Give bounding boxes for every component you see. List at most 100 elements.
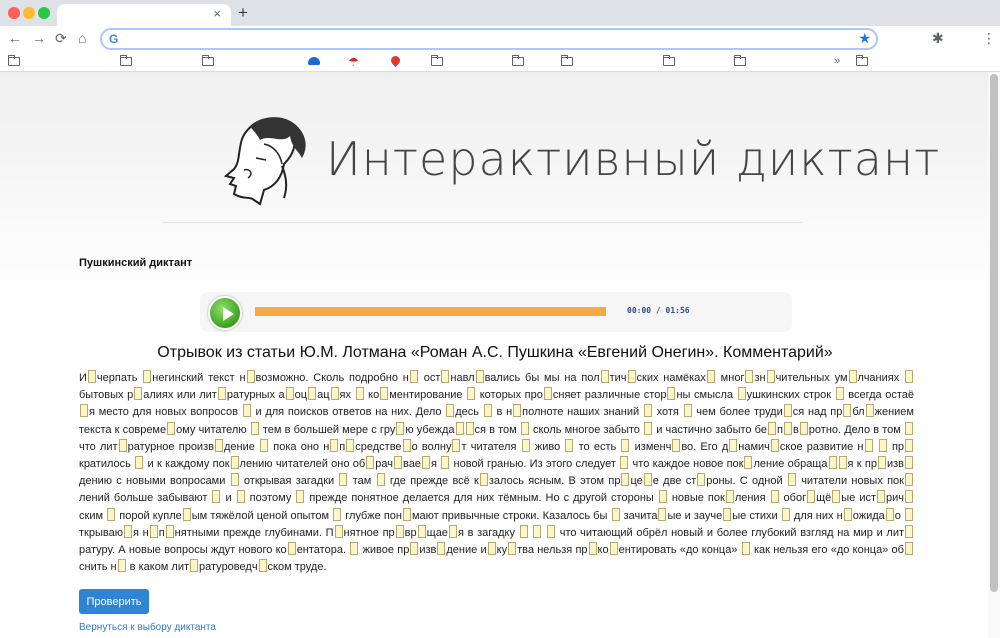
play-icon[interactable] [208,296,242,330]
letter-gap-input[interactable] [366,456,375,470]
letter-gap-input[interactable] [904,473,913,487]
active-tab[interactable]: × [57,4,231,28]
letter-gap-input[interactable] [904,421,913,435]
scrollbar-thumb[interactable] [990,74,998,592]
letter-gap-input[interactable] [333,507,342,521]
letter-gap-input[interactable] [236,490,245,504]
letter-gap-input[interactable] [117,559,126,573]
menu-icon[interactable]: ⋮ [982,30,996,47]
letter-gap-input[interactable] [437,542,446,556]
letter-gap-input[interactable] [230,456,239,470]
folder-icon[interactable] [663,55,675,66]
bookmarks-overflow-icon[interactable]: » [834,55,840,67]
audio-progress-bar[interactable] [255,307,606,316]
letter-gap-input[interactable] [118,438,127,452]
letter-gap-input[interactable] [843,507,852,521]
letter-gap-input[interactable] [475,370,484,383]
letter-gap-input[interactable] [744,456,753,470]
letter-gap-input[interactable] [190,559,199,573]
letter-gap-input[interactable] [334,524,343,538]
folder-icon[interactable] [120,55,132,66]
letter-gap-input[interactable] [644,421,653,435]
letter-gap-input[interactable] [513,404,522,418]
letter-gap-input[interactable] [521,438,530,452]
letter-gap-input[interactable] [885,507,894,521]
letter-gap-input[interactable] [706,370,715,383]
letter-gap-input[interactable] [452,438,461,452]
letter-gap-input[interactable] [346,438,355,452]
letter-gap-input[interactable] [446,404,455,418]
letter-gap-input[interactable] [729,438,738,452]
letter-gap-input[interactable] [770,438,779,452]
letter-gap-input[interactable] [843,404,852,418]
letter-gap-input[interactable] [878,438,887,452]
letter-gap-input[interactable] [417,524,426,538]
letter-gap-input[interactable] [621,473,630,487]
letter-gap-input[interactable] [838,456,847,470]
letter-gap-input[interactable] [832,490,841,504]
letter-gap-input[interactable] [258,559,267,573]
letter-gap-input[interactable] [905,438,914,452]
letter-gap-input[interactable] [355,387,364,401]
letter-gap-input[interactable] [149,524,158,538]
bookmark-favicon-icon[interactable] [308,57,320,65]
letter-gap-input[interactable] [330,387,339,401]
letter-gap-input[interactable] [621,438,630,452]
folder-icon[interactable] [734,55,746,66]
letter-gap-input[interactable] [246,370,255,383]
letter-gap-input[interactable] [260,438,269,452]
letter-gap-input[interactable] [380,387,389,401]
map-pin-icon[interactable] [389,54,402,67]
letter-gap-input[interactable] [565,438,574,452]
letter-gap-input[interactable] [865,404,874,418]
letter-gap-input[interactable] [508,542,517,556]
letter-gap-input[interactable] [339,473,348,487]
letter-gap-input[interactable] [904,542,913,556]
letter-gap-input[interactable] [350,542,359,556]
letter-gap-input[interactable] [745,370,754,383]
letter-gap-input[interactable] [376,473,385,487]
letter-gap-input[interactable] [285,387,294,401]
letter-gap-input[interactable] [672,438,681,452]
letter-gap-input[interactable] [737,387,746,401]
close-icon[interactable]: × [213,6,221,21]
letter-gap-input[interactable] [455,421,464,435]
letter-gap-input[interactable] [643,404,652,418]
letter-gap-input[interactable] [588,542,597,556]
zoom-window-dot[interactable] [38,7,50,19]
letter-gap-input[interactable] [600,370,609,383]
letter-gap-input[interactable] [766,370,775,383]
letter-gap-input[interactable] [723,507,732,521]
letter-gap-input[interactable] [409,370,418,383]
letter-gap-input[interactable] [783,421,792,435]
vertical-scrollbar[interactable] [988,72,1000,638]
letter-gap-input[interactable] [143,370,152,383]
letter-gap-input[interactable] [683,404,692,418]
letter-gap-input[interactable] [787,473,796,487]
letter-gap-input[interactable] [80,404,88,418]
letter-gap-input[interactable] [877,490,886,504]
folder-icon[interactable] [202,55,214,66]
letter-gap-input[interactable] [165,524,174,538]
letter-gap-input[interactable] [519,524,528,538]
letter-gap-input[interactable] [402,507,411,521]
letter-gap-input[interactable] [393,456,402,470]
letter-gap-input[interactable] [308,387,317,401]
letter-gap-input[interactable] [620,456,629,470]
home-icon[interactable]: ⌂ [78,30,86,46]
letter-gap-input[interactable] [467,387,476,401]
letter-gap-input[interactable] [242,404,251,418]
letter-gap-input[interactable] [770,490,779,504]
letter-gap-input[interactable] [658,507,667,521]
letter-gap-input[interactable] [217,387,226,401]
letter-gap-input[interactable] [441,370,450,383]
letter-gap-input[interactable] [877,456,886,470]
letter-gap-input[interactable] [741,542,750,556]
letter-gap-input[interactable] [905,524,914,538]
letter-gap-input[interactable] [230,473,239,487]
letter-gap-input[interactable] [465,421,474,435]
letter-gap-input[interactable] [611,507,620,521]
reload-icon[interactable]: ⟳ [55,30,67,47]
letter-gap-input[interactable] [905,490,914,504]
letter-gap-input[interactable] [781,507,790,521]
